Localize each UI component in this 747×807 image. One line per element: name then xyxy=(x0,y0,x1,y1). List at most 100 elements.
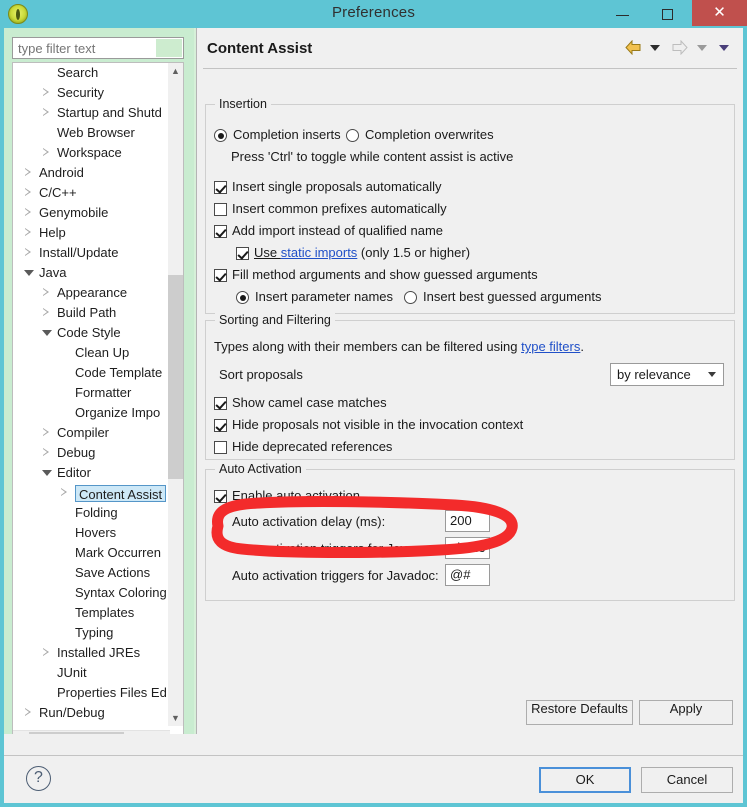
insert-common-prefixes-row[interactable]: Insert common prefixes automatically xyxy=(214,201,447,216)
auto-activation-delay-input[interactable]: 200 xyxy=(445,510,490,532)
tree-item-help[interactable]: Help xyxy=(13,223,170,243)
tree-item-typing[interactable]: Typing xyxy=(13,623,170,643)
hide-invisible-proposals-checkbox[interactable] xyxy=(214,419,227,432)
tree-item-syntax-coloring[interactable]: Syntax Coloring xyxy=(13,583,170,603)
tree-item-installed-jres[interactable]: Installed JREs xyxy=(13,643,170,663)
auto-activation-javadoc-input[interactable]: @# xyxy=(445,564,490,586)
completion-overwrites-radio[interactable] xyxy=(346,129,359,142)
insert-parameter-names-radio[interactable] xyxy=(236,291,249,304)
tree-item-appearance[interactable]: Appearance xyxy=(13,283,170,303)
insert-best-guessed-radio[interactable] xyxy=(404,291,417,304)
tree-item-templates[interactable]: Templates xyxy=(13,603,170,623)
tree-item-genymobile[interactable]: Genymobile xyxy=(13,203,170,223)
expand-arrow-icon[interactable] xyxy=(25,188,32,197)
tree-item-compiler[interactable]: Compiler xyxy=(13,423,170,443)
insert-single-proposals-checkbox[interactable] xyxy=(214,181,227,194)
tree-item-content-assist[interactable]: Content Assist xyxy=(13,483,170,503)
use-static-imports-checkbox[interactable] xyxy=(236,247,249,260)
minimize-button[interactable] xyxy=(600,0,645,26)
insert-best-guessed-row[interactable]: Insert best guessed arguments xyxy=(404,289,602,304)
tree-item-save-actions[interactable]: Save Actions xyxy=(13,563,170,583)
static-imports-link[interactable]: static imports xyxy=(281,245,358,260)
tree-item-formatter[interactable]: Formatter xyxy=(13,383,170,403)
hide-deprecated-checkbox[interactable] xyxy=(214,441,227,454)
back-arrow-icon[interactable] xyxy=(624,40,642,56)
insert-single-proposals-row[interactable]: Insert single proposals automatically xyxy=(214,179,442,194)
collapse-arrow-icon[interactable] xyxy=(42,470,52,476)
auto-activation-java-input[interactable]: abcde xyxy=(445,537,490,559)
add-import-row[interactable]: Add import instead of qualified name xyxy=(214,223,443,238)
tree-item-c-c[interactable]: C/C++ xyxy=(13,183,170,203)
search-input[interactable] xyxy=(13,38,161,58)
expand-arrow-icon[interactable] xyxy=(25,248,32,257)
tree-item-startup-and-shutd[interactable]: Startup and Shutd xyxy=(13,103,170,123)
expand-arrow-icon[interactable] xyxy=(61,488,68,497)
tree-item-security[interactable]: Security xyxy=(13,83,170,103)
collapse-arrow-icon[interactable] xyxy=(24,270,34,276)
expand-arrow-icon[interactable] xyxy=(25,208,32,217)
tree-item-folding[interactable]: Folding xyxy=(13,503,170,523)
insert-parameter-names-row[interactable]: Insert parameter names xyxy=(236,289,393,304)
show-camel-case-checkbox[interactable] xyxy=(214,397,227,410)
filter-box[interactable] xyxy=(12,37,184,59)
tree-item-workspace[interactable]: Workspace xyxy=(13,143,170,163)
back-dropdown-icon[interactable] xyxy=(649,44,660,51)
expand-arrow-icon[interactable] xyxy=(43,308,50,317)
tree-item-code-template[interactable]: Code Template xyxy=(13,363,170,383)
fill-method-arguments-checkbox[interactable] xyxy=(214,269,227,282)
tree-item-android[interactable]: Android xyxy=(13,163,170,183)
tree-item-mark-occurren[interactable]: Mark Occurren xyxy=(13,543,170,563)
vertical-scroll-thumb[interactable] xyxy=(168,275,183,479)
tree-item-build-path[interactable]: Build Path xyxy=(13,303,170,323)
tree-item-hovers[interactable]: Hovers xyxy=(13,523,170,543)
add-import-checkbox[interactable] xyxy=(214,225,227,238)
tree-item-properties-files-ed[interactable]: Properties Files Ed xyxy=(13,683,170,703)
tree-item-editor[interactable]: Editor xyxy=(13,463,170,483)
tree-item-code-style[interactable]: Code Style xyxy=(13,323,170,343)
expand-arrow-icon[interactable] xyxy=(25,228,32,237)
insert-common-prefixes-checkbox[interactable] xyxy=(214,203,227,216)
enable-auto-activation-checkbox[interactable] xyxy=(214,490,227,503)
scroll-up-icon[interactable]: ▲ xyxy=(168,63,183,79)
expand-arrow-icon[interactable] xyxy=(43,428,50,437)
cancel-button[interactable]: Cancel xyxy=(641,767,733,793)
fill-method-arguments-row[interactable]: Fill method arguments and show guessed a… xyxy=(214,267,538,282)
scroll-down-icon[interactable]: ▼ xyxy=(168,710,183,726)
expand-arrow-icon[interactable] xyxy=(43,448,50,457)
tree-item-search[interactable]: Search xyxy=(13,63,170,83)
expand-arrow-icon[interactable] xyxy=(43,148,50,157)
tree-vertical-scrollbar[interactable]: ▲ ▼ xyxy=(168,63,183,726)
show-camel-case-row[interactable]: Show camel case matches xyxy=(214,395,387,410)
tree-item-web-browser[interactable]: Web Browser xyxy=(13,123,170,143)
tree-item-organize-impo[interactable]: Organize Impo xyxy=(13,403,170,423)
expand-arrow-icon[interactable] xyxy=(25,168,32,177)
enable-auto-activation-row[interactable]: Enable auto activation xyxy=(214,488,360,503)
type-filters-link[interactable]: type filters xyxy=(521,339,580,354)
tree-item-debug[interactable]: Debug xyxy=(13,443,170,463)
sort-proposals-dropdown[interactable]: by relevance xyxy=(610,363,724,386)
ok-button[interactable]: OK xyxy=(539,767,631,793)
tree-item-junit[interactable]: JUnit xyxy=(13,663,170,683)
tree-item-clean-up[interactable]: Clean Up xyxy=(13,343,170,363)
completion-inserts-row[interactable]: Completion inserts xyxy=(214,127,341,142)
view-menu-icon[interactable] xyxy=(719,44,729,51)
expand-arrow-icon[interactable] xyxy=(43,288,50,297)
completion-inserts-radio[interactable] xyxy=(214,129,227,142)
restore-defaults-button[interactable]: Restore Defaults xyxy=(526,700,633,725)
tree-item-install-update[interactable]: Install/Update xyxy=(13,243,170,263)
completion-overwrites-row[interactable]: Completion overwrites xyxy=(346,127,494,142)
expand-arrow-icon[interactable] xyxy=(43,648,50,657)
tree-item-run-debug[interactable]: Run/Debug xyxy=(13,703,170,723)
use-static-imports-row[interactable]: Use static imports (only 1.5 or higher) xyxy=(236,245,470,260)
collapse-arrow-icon[interactable] xyxy=(42,330,52,336)
maximize-button[interactable] xyxy=(645,0,690,26)
help-icon[interactable]: ? xyxy=(26,766,51,791)
expand-arrow-icon[interactable] xyxy=(25,708,32,717)
clear-filter-button[interactable] xyxy=(156,39,182,57)
tree-item-java[interactable]: Java xyxy=(13,263,170,283)
expand-arrow-icon[interactable] xyxy=(43,88,50,97)
hide-deprecated-row[interactable]: Hide deprecated references xyxy=(214,439,392,454)
close-button[interactable]: ✕ xyxy=(692,0,747,26)
preferences-tree[interactable]: Search Security Startup and Shutd Web Brows… xyxy=(12,62,184,747)
apply-button[interactable]: Apply xyxy=(639,700,733,725)
